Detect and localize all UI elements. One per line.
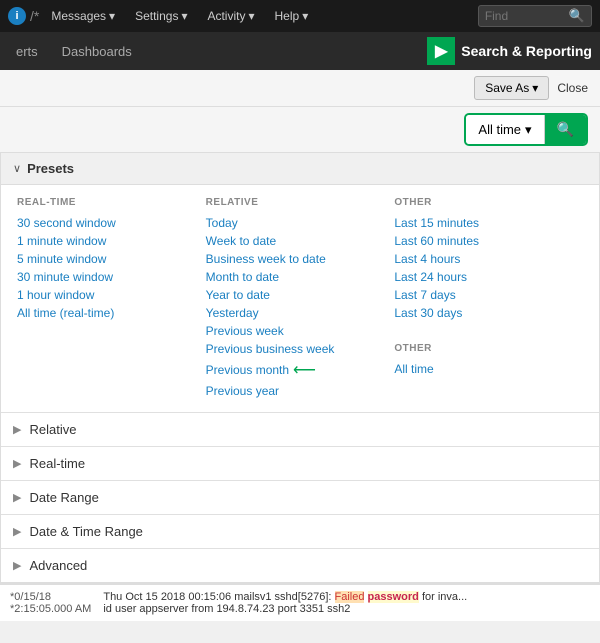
- log-text-prefix: Thu Oct 15 2018 00:15:06 mailsv1 sshd[52…: [103, 591, 334, 603]
- action-bar: Save As ▾ Close: [0, 70, 600, 107]
- presets-other-col: OTHER Last 15 minutes Last 60 minutes La…: [394, 197, 583, 400]
- all-time-button[interactable]: All time ▾: [466, 115, 544, 144]
- preset-alltime[interactable]: All time: [394, 360, 583, 378]
- top-nav-bar: i /* Messages ▾ Settings ▾ Activity ▾ He…: [0, 0, 600, 32]
- realtime-header: REAL-TIME: [17, 197, 206, 208]
- time-picker-bar: All time ▾ 🔍: [0, 107, 600, 153]
- top-search-box[interactable]: 🔍: [478, 5, 592, 27]
- presets-content: REAL-TIME 30 second window 1 minute wind…: [1, 185, 599, 412]
- preset-1min[interactable]: 1 minute window: [17, 232, 206, 250]
- log-date: *0/15/18 *2:15:05.000 AM: [10, 591, 91, 615]
- preset-previous-business-week[interactable]: Previous business week: [206, 340, 395, 358]
- other-sub-header: OTHER: [394, 343, 583, 354]
- advanced-section-header[interactable]: ▶ Advanced: [1, 549, 599, 582]
- log-text-end: for inva...: [419, 591, 467, 603]
- preset-5min[interactable]: 5 minute window: [17, 250, 206, 268]
- presets-header[interactable]: ∨ Presets: [1, 153, 599, 185]
- search-icon: 🔍: [557, 121, 574, 137]
- log-date-line1: *0/15/18: [10, 591, 91, 603]
- chevron-right-icon3: ▶: [13, 491, 21, 504]
- presets-chevron-icon: ∨: [13, 162, 21, 175]
- log-failed-word: Failed: [335, 591, 365, 603]
- log-text: Thu Oct 15 2018 00:15:06 mailsv1 sshd[52…: [103, 591, 590, 615]
- relative-section-header[interactable]: ▶ Relative: [1, 413, 599, 446]
- log-date-line2: *2:15:05.000 AM: [10, 603, 91, 615]
- chevron-right-icon: ▶: [13, 423, 21, 436]
- log-entry: *0/15/18 *2:15:05.000 AM Thu Oct 15 2018…: [0, 583, 600, 621]
- help-menu[interactable]: Help ▾: [267, 5, 317, 27]
- datetimerange-section-label: Date & Time Range: [29, 524, 142, 539]
- preset-last-7d[interactable]: Last 7 days: [394, 286, 583, 304]
- daterange-section-header[interactable]: ▶ Date Range: [1, 481, 599, 514]
- daterange-section: ▶ Date Range: [1, 480, 599, 514]
- activity-menu[interactable]: Activity ▾: [199, 5, 262, 27]
- messages-menu[interactable]: Messages ▾: [43, 5, 123, 27]
- preset-alltime-rt[interactable]: All time (real-time): [17, 304, 206, 322]
- chevron-right-icon4: ▶: [13, 525, 21, 538]
- realtime-section-header[interactable]: ▶ Real-time: [1, 447, 599, 480]
- preset-previous-week[interactable]: Previous week: [206, 322, 395, 340]
- advanced-section-label: Advanced: [29, 558, 87, 573]
- sr-title: Search & Reporting: [461, 43, 592, 59]
- preset-business-week-to-date[interactable]: Business week to date: [206, 250, 395, 268]
- all-time-wrapper: All time ▾ 🔍: [464, 113, 588, 146]
- preset-30min[interactable]: 30 minute window: [17, 268, 206, 286]
- preset-yesterday[interactable]: Yesterday: [206, 304, 395, 322]
- log-text-line2: id user appserver from 194.8.74.23 port …: [103, 603, 350, 615]
- presets-realtime-col: REAL-TIME 30 second window 1 minute wind…: [17, 197, 206, 400]
- presets-relative-col: RELATIVE Today Week to date Business wee…: [206, 197, 395, 400]
- relative-header: RELATIVE: [206, 197, 395, 208]
- preset-year-to-date[interactable]: Year to date: [206, 286, 395, 304]
- top-search-input[interactable]: [485, 9, 565, 23]
- preset-last-15[interactable]: Last 15 minutes: [394, 214, 583, 232]
- other-header: OTHER: [394, 197, 583, 208]
- top-search-icon: 🔍: [569, 8, 585, 24]
- arrow-indicator-icon: ⟵: [293, 360, 316, 380]
- relative-section-label: Relative: [29, 422, 76, 437]
- preset-last-60[interactable]: Last 60 minutes: [394, 232, 583, 250]
- info-icon[interactable]: i: [8, 7, 26, 25]
- nav-dashboards[interactable]: Dashboards: [54, 40, 140, 63]
- save-as-button[interactable]: Save As ▾: [474, 76, 549, 100]
- realtime-section-label: Real-time: [29, 456, 85, 471]
- log-password-word: password: [368, 591, 419, 603]
- sr-logo-icon: ▶: [427, 37, 455, 65]
- preset-last-30d[interactable]: Last 30 days: [394, 304, 583, 322]
- divider-icon: /*: [30, 8, 39, 24]
- preset-previous-year[interactable]: Previous year: [206, 382, 395, 400]
- second-nav-bar: erts Dashboards ▶ Search & Reporting: [0, 32, 600, 70]
- preset-30s[interactable]: 30 second window: [17, 214, 206, 232]
- datetimerange-section: ▶ Date & Time Range: [1, 514, 599, 548]
- advanced-section: ▶ Advanced: [1, 548, 599, 582]
- search-reporting-section: ▶ Search & Reporting: [427, 37, 592, 65]
- preset-last-24h[interactable]: Last 24 hours: [394, 268, 583, 286]
- daterange-section-label: Date Range: [29, 490, 98, 505]
- preset-week-to-date[interactable]: Week to date: [206, 232, 395, 250]
- datetimerange-section-header[interactable]: ▶ Date & Time Range: [1, 515, 599, 548]
- relative-section: ▶ Relative: [1, 412, 599, 446]
- preset-today[interactable]: Today: [206, 214, 395, 232]
- chevron-right-icon2: ▶: [13, 457, 21, 470]
- presets-title: Presets: [27, 161, 74, 176]
- search-button[interactable]: 🔍: [545, 115, 586, 144]
- chevron-right-icon5: ▶: [13, 559, 21, 572]
- preset-last-4h[interactable]: Last 4 hours: [394, 250, 583, 268]
- preset-1hr[interactable]: 1 hour window: [17, 286, 206, 304]
- nav-alerts[interactable]: erts: [8, 40, 46, 63]
- presets-panel: ∨ Presets REAL-TIME 30 second window 1 m…: [0, 153, 600, 583]
- preset-month-to-date[interactable]: Month to date: [206, 268, 395, 286]
- settings-menu[interactable]: Settings ▾: [127, 5, 195, 27]
- preset-previous-month[interactable]: Previous month ⟵: [206, 358, 316, 382]
- realtime-section: ▶ Real-time: [1, 446, 599, 480]
- close-button[interactable]: Close: [557, 81, 588, 95]
